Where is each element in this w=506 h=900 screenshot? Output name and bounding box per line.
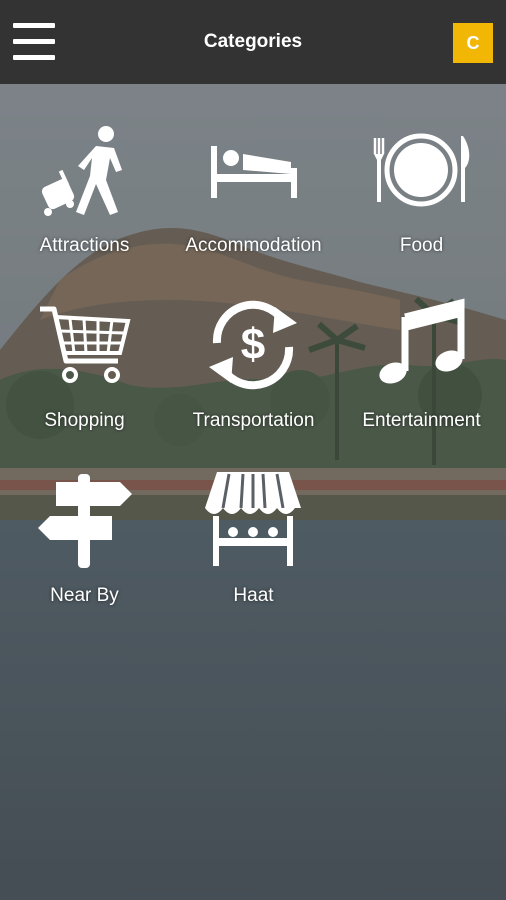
category-label: Transportation <box>192 410 315 431</box>
currency-exchange-icon: $ <box>209 300 297 390</box>
category-label: Near By <box>50 585 119 606</box>
category-entertainment[interactable]: Entertainment <box>337 259 506 434</box>
action-button-c[interactable]: C <box>453 23 493 63</box>
category-label: Attractions <box>39 235 130 256</box>
plate-cutlery-icon <box>373 133 470 207</box>
category-attractions[interactable]: Attractions <box>0 84 169 259</box>
page-title: Categories <box>203 31 303 52</box>
bed-icon <box>211 146 297 198</box>
shopping-cart-icon <box>40 306 131 383</box>
traveler-icon <box>41 126 122 216</box>
category-label: Shopping <box>44 410 125 431</box>
music-note-icon <box>379 298 465 384</box>
category-label: Entertainment <box>362 410 481 431</box>
category-near-by[interactable]: Near By <box>0 434 169 609</box>
category-haat[interactable]: Haat <box>169 434 338 609</box>
category-food[interactable]: Food <box>337 84 506 259</box>
category-label: Haat <box>233 585 274 606</box>
category-label: Food <box>399 235 444 256</box>
top-app-bar: Categories C <box>0 0 506 84</box>
category-accommodation[interactable]: Accommodation <box>169 84 338 259</box>
category-shopping[interactable]: Shopping <box>0 259 169 434</box>
market-stall-icon <box>205 472 301 566</box>
signpost-icon <box>38 474 132 568</box>
category-label: Accommodation <box>185 235 322 256</box>
svg-text:$: $ <box>241 320 265 369</box>
category-transportation[interactable]: $ Transportation <box>169 259 338 434</box>
